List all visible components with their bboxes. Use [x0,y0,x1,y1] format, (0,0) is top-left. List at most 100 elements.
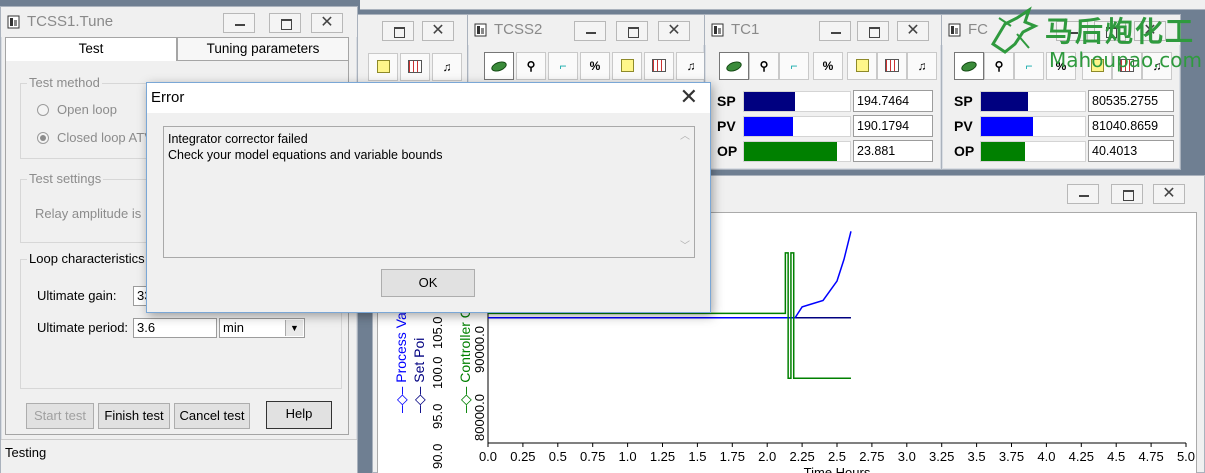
sp-label: SP [717,93,736,109]
y-tick-label: 80000.0 [472,394,487,441]
closed-loop-atv-radio[interactable] [37,132,49,144]
sp-value[interactable]: 194.7464 [853,90,933,112]
op-value[interactable]: 23.881 [853,140,933,162]
close-button[interactable]: ✕ [422,21,454,41]
maximize-button[interactable] [616,21,648,41]
ultimate-period-field[interactable]: 3.6 [133,318,217,338]
faceplate-icon [7,15,20,29]
op-label: OP [954,143,975,159]
sp-value[interactable]: 80535.2755 [1088,90,1174,112]
op-bar [744,142,838,161]
x-tick-label: 3.5 [968,449,986,464]
x-tick-label: 1.5 [688,449,706,464]
open-loop-radio[interactable] [37,104,49,116]
valve-icon[interactable]: ⚲ [984,52,1014,80]
maximize-button[interactable] [1111,184,1143,204]
note-icon[interactable] [847,52,877,80]
y-axis-label: –◇– Process Va [393,312,409,413]
period-unit-value: min [223,320,244,335]
tap-icon[interactable]: ⌐ [779,52,809,80]
op-row: OP 40.4013 [954,140,1176,162]
note-icon[interactable] [612,52,642,80]
tab-tuning-parameters[interactable]: Tuning parameters [177,37,349,61]
minimize-button[interactable] [574,21,606,41]
trend-icon[interactable] [1112,52,1142,80]
pv-value: 81040.8659 [1088,115,1174,137]
minimize-button[interactable] [223,13,255,33]
x-tick-label: 2.25 [789,449,814,464]
trend-icon[interactable] [644,52,674,80]
note-icon[interactable] [368,53,398,81]
x-tick-label: 0.0 [479,449,497,464]
x-tick-label: 3.75 [999,449,1024,464]
sp-row: SP 80535.2755 [954,90,1176,112]
controller-leaf-icon[interactable] [719,52,749,80]
sp-bar-track [743,91,851,112]
close-button[interactable]: ✕ [311,13,343,33]
start-test-button[interactable]: Start test [26,403,94,429]
maximize-button[interactable] [1094,21,1126,41]
music-icon[interactable]: ♫ [907,52,937,80]
titlebar: TC1 ✕ [705,15,941,45]
music-icon[interactable]: ♫ [676,52,706,80]
titlebar: TCSS1.Tune ✕ [1,7,357,37]
percent-icon[interactable]: % [580,52,610,80]
controller-leaf-icon[interactable] [954,52,984,80]
y-axis-label: –◇– Set Poi [411,338,427,413]
valve-icon[interactable]: ⚲ [516,52,546,80]
minimize-button[interactable] [819,21,851,41]
window-title: TCSS2 [494,21,543,38]
period-unit-select[interactable]: min ▼ [219,318,305,338]
maximize-button[interactable] [382,21,414,41]
error-line-1: Integrator corrector failed [168,132,308,146]
op-value[interactable]: 40.4013 [1088,140,1174,162]
trend-icon[interactable] [400,53,430,81]
percent-icon[interactable]: % [1046,52,1076,80]
pv-bar [981,117,1033,136]
status-text: Testing [5,445,47,460]
titlebar: TCSS2 ✕ [468,15,704,45]
ultimate-gain-label: Ultimate gain: [37,288,117,303]
tap-icon[interactable]: ⌐ [1014,52,1044,80]
y-axis-label: –◇– Controller Ou [457,300,473,413]
ok-button[interactable]: OK [381,269,475,297]
faceplate-window-tc1: TC1 ✕ ⚲ ⌐ % ♫ SP 194.7464 PV 190.1794 OP… [704,14,942,170]
dialog-titlebar: Error ✕ [147,83,710,113]
finish-test-button[interactable]: Finish test [98,403,170,429]
trend-icon[interactable] [877,52,907,80]
maximize-button[interactable] [269,13,301,33]
cancel-test-button[interactable]: Cancel test [174,403,250,429]
pv-label: PV [954,118,973,134]
x-tick-label: 3.25 [929,449,954,464]
controller-leaf-icon[interactable] [484,52,514,80]
music-icon[interactable]: ♫ [1142,52,1172,80]
x-tick-label: 1.75 [720,449,745,464]
percent-icon[interactable]: % [813,52,843,80]
titlebar: ✕ [356,15,468,45]
close-button[interactable]: ✕ [658,21,690,41]
x-tick-label: 4.0 [1037,449,1055,464]
tap-icon[interactable]: ⌐ [548,52,578,80]
close-icon[interactable]: ✕ [680,84,698,110]
relay-amplitude-label: Relay amplitude is [35,206,142,221]
close-button[interactable]: ✕ [1153,184,1185,204]
music-icon[interactable]: ♫ [432,53,462,81]
minimize-button[interactable] [1056,21,1088,41]
note-icon[interactable] [1082,52,1112,80]
pv-row: PV 81040.8659 [954,115,1176,137]
error-message-box[interactable]: Integrator corrector failed Check your m… [163,126,695,258]
message-scrollbar[interactable]: ︿ ﹀ [676,127,694,257]
close-button[interactable]: ✕ [897,21,929,41]
scroll-down-icon[interactable]: ﹀ [680,239,690,255]
tab-test[interactable]: Test [5,37,177,62]
scroll-up-icon[interactable]: ︿ [680,129,690,145]
y-axis-group: –◇– Set Poi [411,338,427,413]
help-button[interactable]: Help [266,401,332,429]
maximize-button[interactable] [857,21,889,41]
close-button[interactable]: ✕ [1134,21,1166,41]
top-strip [360,0,1205,10]
valve-icon[interactable]: ⚲ [749,52,779,80]
minimize-button[interactable] [1067,184,1099,204]
faceplate-window-fc: FC ✕ ⚲ ⌐ % ♫ SP 80535.2755 PV 81040.8659… [941,14,1181,170]
x-tick-label: 0.25 [510,449,535,464]
